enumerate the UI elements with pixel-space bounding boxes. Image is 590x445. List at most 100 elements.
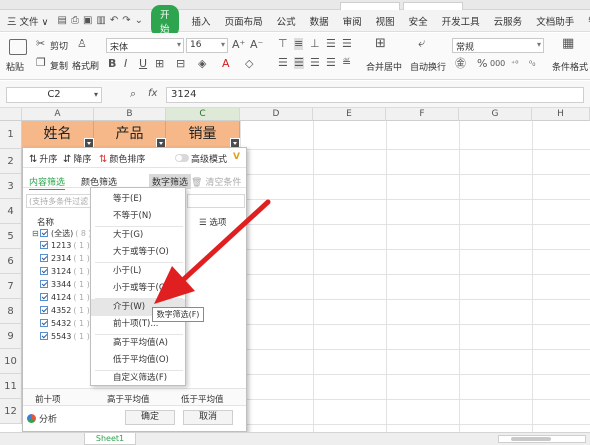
cell-name-box[interactable]: C2 bbox=[6, 87, 102, 103]
cut-button[interactable]: 剪切 bbox=[50, 39, 68, 52]
save-icon[interactable]: ▤ bbox=[58, 15, 67, 27]
distribute-icon[interactable]: ≝ bbox=[342, 57, 351, 69]
filter-search-box[interactable] bbox=[187, 194, 245, 208]
tab-doc-assistant[interactable]: 文档助手 bbox=[529, 14, 581, 28]
column-header-g[interactable]: G bbox=[459, 108, 532, 121]
horizontal-scrollbar[interactable] bbox=[498, 435, 586, 443]
chevron-down-icon[interactable]: ▾ bbox=[94, 89, 98, 101]
wrap-text-button[interactable]: 自动换行 bbox=[410, 60, 446, 73]
quick-filter-below-average[interactable]: 低于平均值 bbox=[181, 393, 224, 405]
percent-icon[interactable]: % bbox=[477, 58, 487, 70]
tab-security[interactable]: 安全 bbox=[402, 14, 435, 28]
formula-input[interactable]: 3124 bbox=[166, 87, 584, 103]
increase-decimal-icon[interactable]: ⁺⁰ bbox=[511, 58, 518, 70]
chevron-down-icon[interactable]: ⌄ bbox=[135, 15, 143, 27]
tab-review[interactable]: 审阅 bbox=[336, 14, 369, 28]
row-header[interactable]: 4 bbox=[0, 199, 22, 224]
indent-icon[interactable]: ☰ bbox=[326, 38, 336, 50]
row-header[interactable]: 3 bbox=[0, 174, 22, 199]
paste-button[interactable]: 粘贴 bbox=[6, 60, 24, 73]
bold-icon[interactable]: B bbox=[108, 58, 116, 70]
column-header-e[interactable]: E bbox=[313, 108, 386, 121]
decrease-font-icon[interactable]: A⁻ bbox=[250, 39, 263, 51]
list-item[interactable]: 1213( 1 ) bbox=[40, 241, 90, 253]
checkbox-checked[interactable] bbox=[40, 267, 48, 275]
checkbox-checked[interactable] bbox=[40, 332, 48, 340]
align-middle-icon[interactable]: ≡ bbox=[294, 38, 304, 50]
tab-data[interactable]: 数据 bbox=[303, 14, 336, 28]
border-icon[interactable]: ⊞ bbox=[155, 58, 164, 70]
number-format-select[interactable]: 常规 ▾ bbox=[452, 38, 544, 53]
checkbox-checked[interactable] bbox=[40, 241, 48, 249]
color-sort-button[interactable]: ⇅ 颜色排序 bbox=[99, 152, 145, 165]
row-header[interactable]: 11 bbox=[0, 374, 22, 399]
conditional-format-icon[interactable]: ▦ bbox=[562, 37, 574, 50]
row-header[interactable]: 7 bbox=[0, 274, 22, 299]
checkbox-checked[interactable] bbox=[40, 293, 48, 301]
column-header-d[interactable]: D bbox=[240, 108, 313, 121]
merge-center-button[interactable]: 合并居中 bbox=[366, 60, 402, 73]
align-center-icon[interactable]: ☰ bbox=[294, 57, 304, 69]
select-all-corner[interactable] bbox=[0, 108, 22, 121]
currency-icon[interactable]: ㊎ bbox=[455, 58, 466, 70]
row-header[interactable]: 10 bbox=[0, 349, 22, 374]
justify-icon[interactable]: ☰ bbox=[326, 57, 336, 69]
list-item[interactable]: 3344( 1 ) bbox=[40, 280, 90, 292]
decrease-decimal-icon[interactable]: ⁰₀ bbox=[529, 58, 535, 70]
paste-icon[interactable] bbox=[9, 39, 27, 55]
print-preview-icon[interactable]: ⎙ bbox=[71, 15, 79, 27]
tab-page-layout[interactable]: 页面布局 bbox=[218, 14, 270, 28]
italic-icon[interactable]: I bbox=[124, 58, 127, 70]
row-header[interactable]: 9 bbox=[0, 324, 22, 349]
list-item[interactable]: 2314( 1 ) bbox=[40, 254, 90, 266]
align-bottom-icon[interactable]: ⊥ bbox=[310, 38, 320, 50]
window-tab[interactable] bbox=[340, 2, 400, 10]
tab-start[interactable]: 开始 bbox=[151, 4, 179, 37]
tab-content-filter[interactable]: 内容筛选 bbox=[29, 175, 66, 190]
tab-more[interactable]: 智 bbox=[581, 14, 590, 28]
tab-developer[interactable]: 开发工具 bbox=[435, 14, 487, 28]
menu-item-above-average[interactable]: 高于平均值(A) bbox=[91, 335, 185, 352]
header-cell-sales[interactable]: 销量 bbox=[166, 121, 240, 149]
tab-formulas[interactable]: 公式 bbox=[270, 14, 303, 28]
fx-icon[interactable]: fx bbox=[148, 88, 157, 100]
list-item[interactable]: 3124( 1 ) bbox=[40, 267, 90, 279]
options-button[interactable]: ☰ 选项 bbox=[199, 216, 226, 228]
thousands-icon[interactable]: 000 bbox=[490, 58, 505, 70]
increase-font-icon[interactable]: A⁺ bbox=[232, 39, 245, 51]
menu-item-less[interactable]: 小于(L) bbox=[91, 263, 185, 280]
row-header[interactable]: 12 bbox=[0, 399, 22, 424]
list-item[interactable]: 4352( 1 ) bbox=[40, 306, 90, 318]
collapse-icon[interactable]: ⊟ bbox=[32, 229, 39, 238]
cut-icon[interactable]: ✂ bbox=[36, 38, 45, 50]
quick-filter-top10[interactable]: 前十项 bbox=[35, 393, 61, 405]
tab-view[interactable]: 视图 bbox=[369, 14, 402, 28]
align-right-icon[interactable]: ☰ bbox=[310, 57, 320, 69]
column-header-c[interactable]: C bbox=[166, 108, 240, 121]
sheet-tab[interactable]: Sheet1 bbox=[84, 433, 136, 445]
menu-item-equals[interactable]: 等于(E) bbox=[91, 191, 185, 208]
row-header[interactable]: 8 bbox=[0, 299, 22, 324]
quick-filter-above-average[interactable]: 高于平均值 bbox=[107, 393, 150, 405]
wrap-text-icon[interactable]: ⤶ bbox=[418, 37, 425, 50]
undo-icon[interactable]: ↶ bbox=[110, 15, 118, 27]
copy-button[interactable]: 复制 bbox=[50, 59, 68, 72]
print-icon[interactable]: ▣ bbox=[83, 15, 92, 27]
list-item[interactable]: (全选)( 8 ) bbox=[40, 228, 92, 240]
checkbox-checked[interactable] bbox=[40, 319, 48, 327]
ok-button[interactable]: 确定 bbox=[125, 410, 175, 425]
list-item[interactable]: 5543( 1 ) bbox=[40, 332, 90, 344]
cancel-button[interactable]: 取消 bbox=[183, 410, 233, 425]
clear-format-icon[interactable]: ◇ bbox=[245, 58, 253, 70]
checkbox-checked[interactable] bbox=[40, 280, 48, 288]
checkbox-checked[interactable] bbox=[40, 229, 48, 237]
menu-item-custom-filter[interactable]: 自定义筛选(F) bbox=[91, 370, 185, 387]
fill-color-icon[interactable]: ◈ bbox=[198, 58, 206, 70]
row-header[interactable]: 5 bbox=[0, 224, 22, 249]
copy-icon[interactable]: ❐ bbox=[36, 57, 46, 69]
sort-ascending-button[interactable]: ⇅ 升序 bbox=[29, 152, 57, 165]
align-top-icon[interactable]: ⊤ bbox=[278, 38, 288, 50]
border-style-icon[interactable]: ⊟ bbox=[176, 58, 185, 70]
export-icon[interactable]: ▥ bbox=[96, 15, 105, 27]
row-header[interactable]: 6 bbox=[0, 249, 22, 274]
